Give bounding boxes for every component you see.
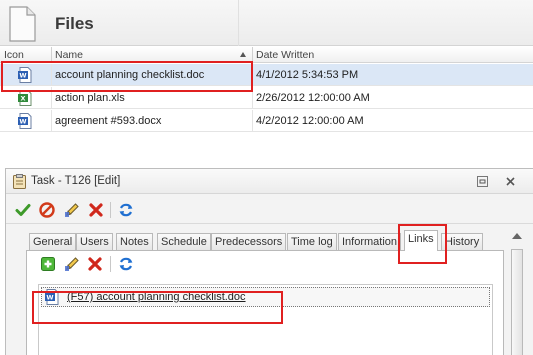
add-icon[interactable] (40, 256, 56, 272)
tab-general[interactable]: General (29, 233, 77, 250)
tab-notes[interactable]: Notes (116, 233, 153, 250)
files-header: Files (0, 0, 533, 46)
refresh-icon[interactable] (118, 256, 134, 272)
column-divider[interactable] (51, 47, 52, 63)
delete-x-icon[interactable] (87, 256, 103, 272)
scrollbar-thumb[interactable] (511, 249, 523, 355)
svg-text:W: W (19, 72, 26, 80)
dialog-toolbar (6, 196, 533, 224)
save-check-icon[interactable] (15, 202, 31, 218)
toolbar-divider (110, 202, 111, 218)
svg-text:W: W (19, 118, 26, 126)
files-panel: Files Icon Name Date Written W account p… (0, 0, 533, 133)
link-label[interactable]: (F57) account planning checklist.doc (67, 291, 246, 303)
word-doc-icon: W (18, 113, 32, 129)
close-icon[interactable] (505, 176, 516, 187)
links-list: W (F57) account planning checklist.doc (38, 284, 493, 355)
dialog-titlebar: Task - T126 [Edit] (6, 169, 533, 194)
tab-history[interactable]: History (441, 233, 484, 250)
cell-divider (252, 64, 253, 86)
file-name: action plan.xls (55, 92, 125, 104)
cell-divider (51, 110, 52, 132)
column-header-date-written[interactable]: Date Written (256, 49, 314, 61)
svg-text:X: X (20, 95, 25, 103)
file-date: 2/26/2012 12:00:00 AM (256, 92, 370, 104)
files-grid-header: Icon Name Date Written (0, 47, 533, 63)
file-row[interactable]: W account planning checklist.doc 4/1/201… (0, 64, 533, 86)
column-header-icon[interactable]: Icon (4, 49, 24, 61)
edit-pencil-icon[interactable] (64, 202, 80, 218)
delete-x-icon[interactable] (88, 202, 104, 218)
cell-divider (252, 110, 253, 132)
minimize-icon[interactable] (477, 176, 488, 187)
column-header-name[interactable]: Name (55, 49, 83, 61)
file-row[interactable]: X action plan.xls 2/26/2012 12:00:00 AM (0, 87, 533, 109)
tab-links[interactable]: Links (404, 230, 438, 251)
file-row[interactable]: W agreement #593.docx 4/2/2012 12:00:00 … (0, 110, 533, 132)
task-dialog: Task - T126 [Edit] General Users Notes S… (5, 168, 533, 355)
excel-icon: X (18, 90, 32, 106)
tabs-area: General Users Notes Schedule Predecessor… (20, 229, 504, 355)
toolbar-divider (110, 256, 111, 272)
column-divider[interactable] (252, 47, 253, 63)
tab-time-log[interactable]: Time log (287, 233, 337, 250)
links-tab-panel: W (F57) account planning checklist.doc (26, 250, 504, 355)
file-date: 4/2/2012 12:00:00 AM (256, 115, 364, 127)
links-toolbar (27, 251, 503, 277)
dialog-title: Task - T126 [Edit] (31, 175, 121, 187)
svg-text:W: W (46, 294, 53, 302)
header-divider (238, 0, 239, 46)
word-doc-icon: W (45, 289, 59, 305)
word-doc-icon: W (18, 67, 32, 83)
cell-divider (51, 87, 52, 109)
cancel-icon[interactable] (39, 202, 55, 218)
cell-divider (252, 87, 253, 109)
scroll-up-icon[interactable] (512, 233, 522, 239)
file-name: account planning checklist.doc (55, 69, 205, 81)
file-date: 4/1/2012 5:34:53 PM (256, 69, 359, 81)
tab-predecessors[interactable]: Predecessors (211, 233, 287, 250)
clipboard-icon (13, 174, 26, 189)
cell-divider (51, 64, 52, 86)
tab-information[interactable]: Information (338, 233, 402, 250)
file-name: agreement #593.docx (55, 115, 162, 127)
refresh-icon[interactable] (118, 202, 134, 218)
tab-users[interactable]: Users (76, 233, 113, 250)
vertical-scrollbar[interactable] (509, 227, 525, 355)
document-icon (9, 6, 36, 42)
files-title: Files (55, 14, 94, 33)
sort-ascending-icon (240, 52, 246, 57)
link-item[interactable]: W (F57) account planning checklist.doc (41, 287, 490, 307)
tab-schedule[interactable]: Schedule (157, 233, 211, 250)
edit-pencil-icon[interactable] (64, 256, 80, 272)
